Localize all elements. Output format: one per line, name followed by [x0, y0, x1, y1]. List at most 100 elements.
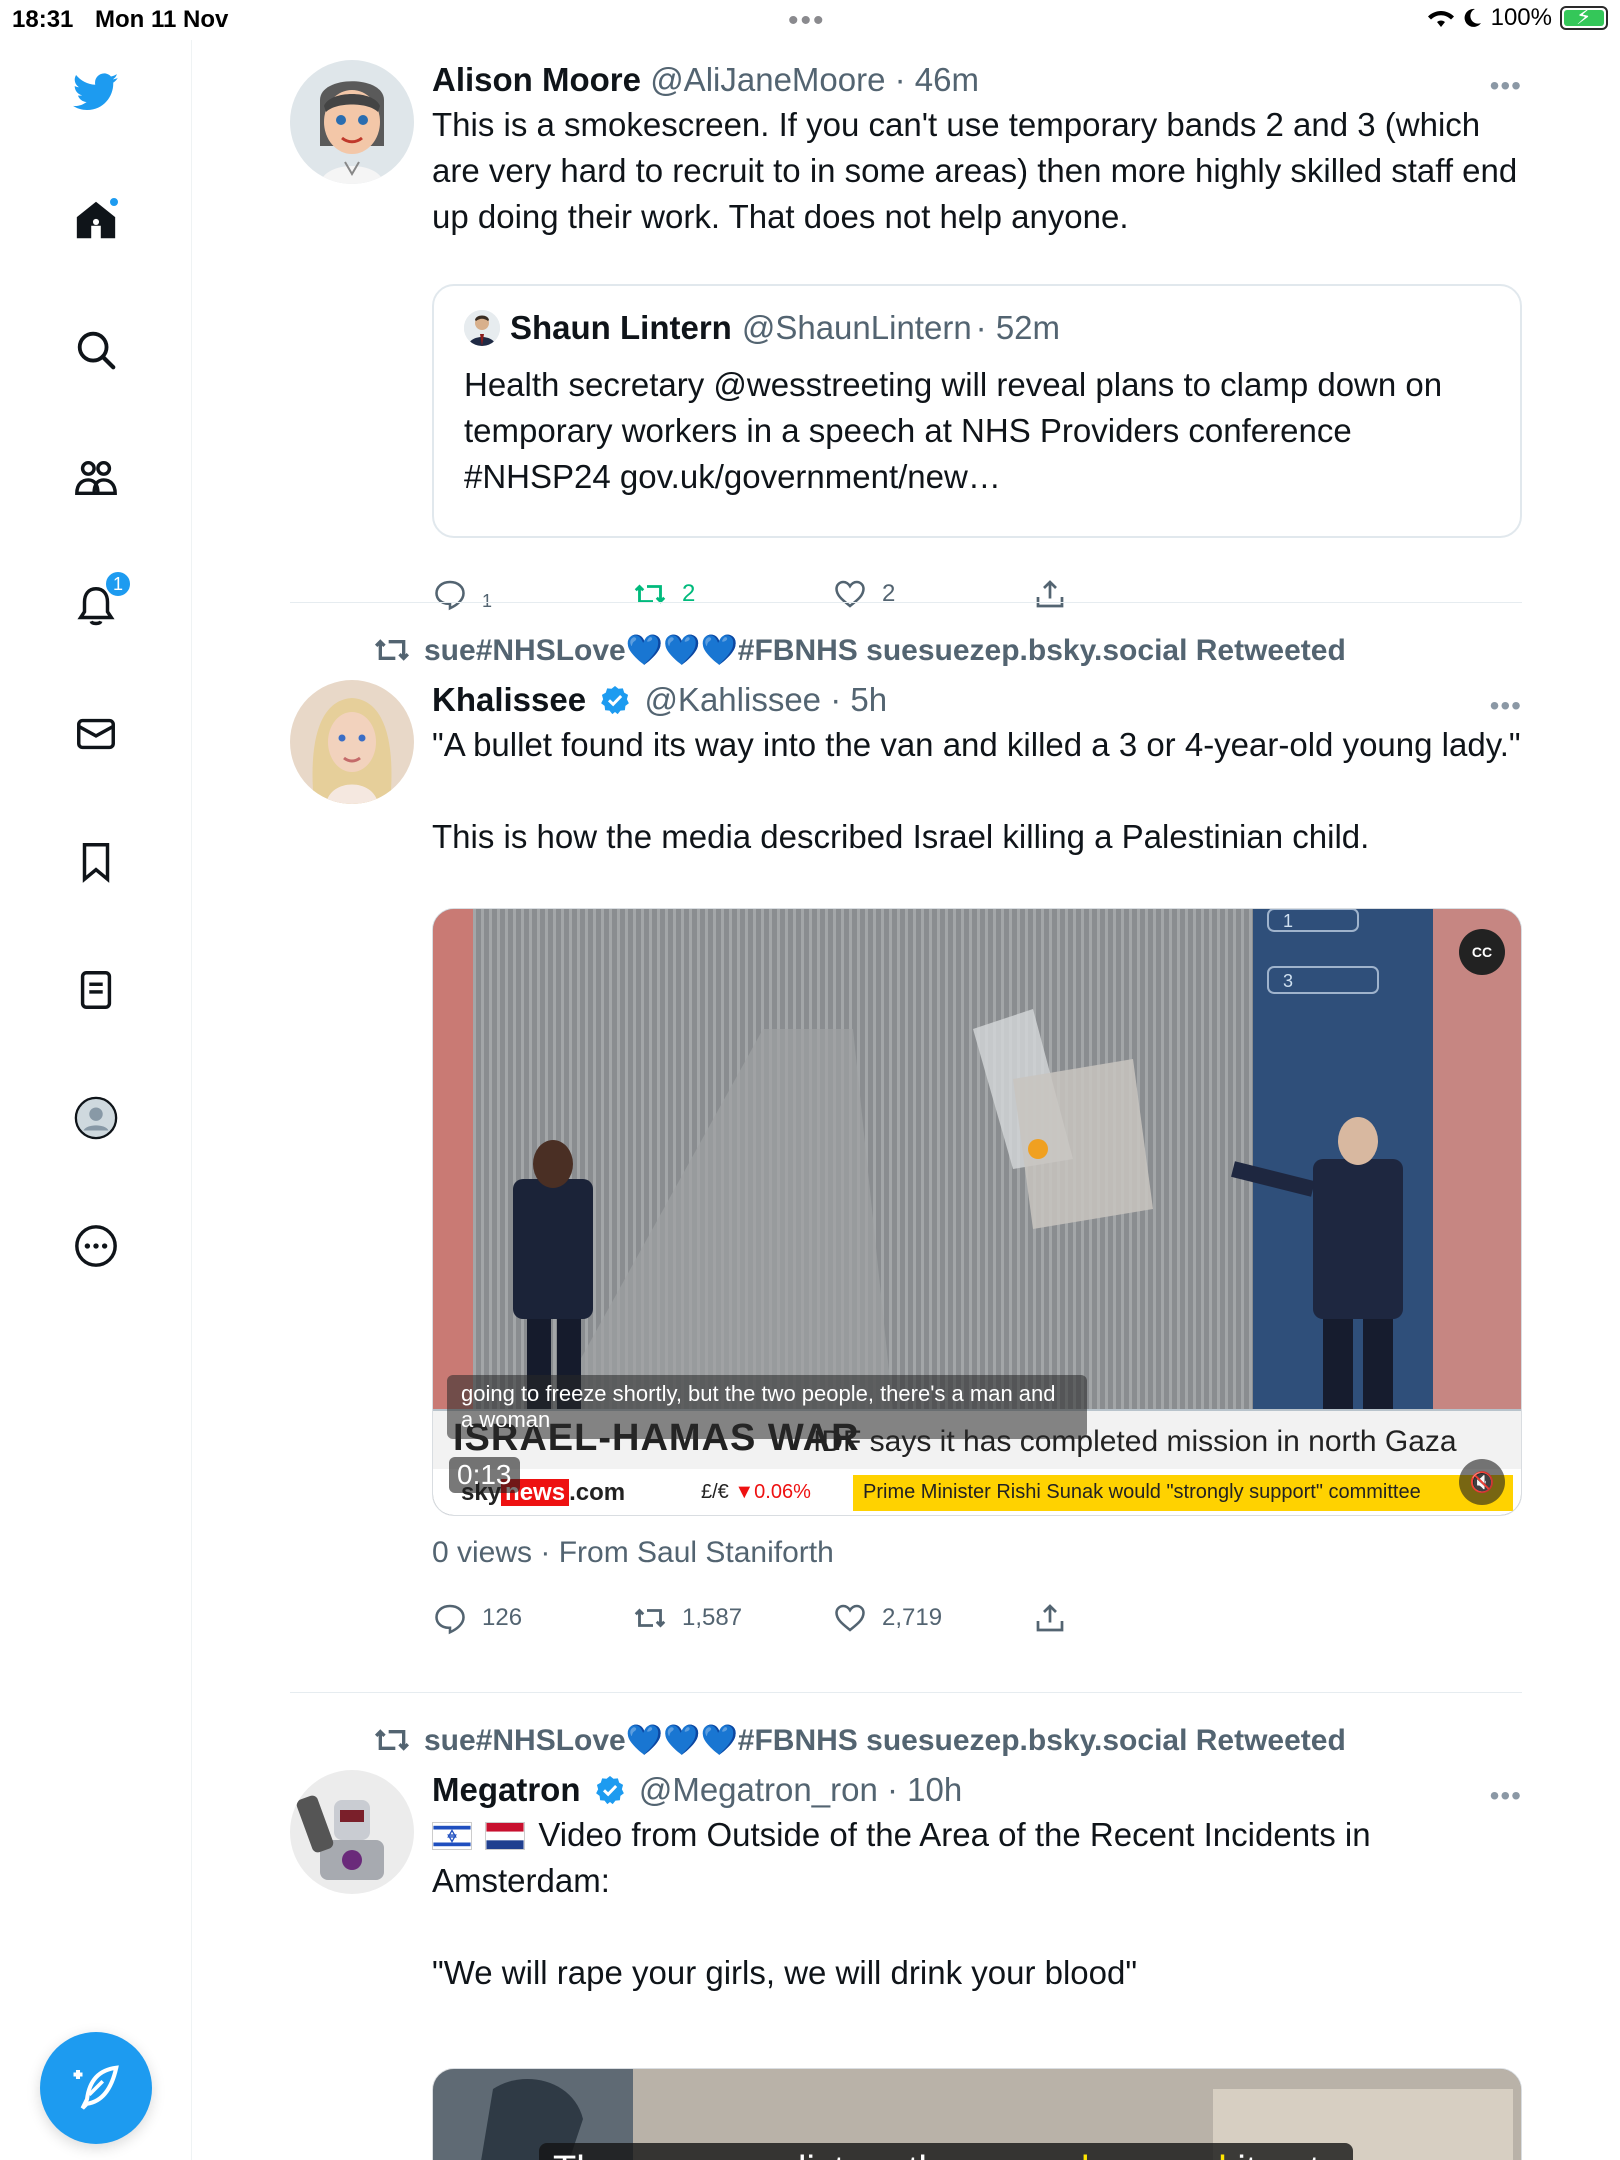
retweeted-by-text: sue#NHSLove💙💙💙#FBNHS suesuezep.bsky.soci…	[424, 633, 1346, 667]
bookmarks-icon[interactable]	[66, 832, 126, 892]
screen-number-3: 3	[1283, 971, 1293, 991]
tweet-text-line: Video from Outside of the Area of the Re…	[432, 1816, 1371, 1899]
retweet-count: 2	[682, 580, 696, 607]
tweet-megatron[interactable]: Megatron @Megatron_ron · 10h ••• Video f…	[290, 1770, 1522, 2160]
share-button[interactable]	[1032, 576, 1068, 612]
author-handle[interactable]: @AliJaneMoore	[650, 61, 885, 98]
status-right: 100% ⚡	[1427, 4, 1608, 32]
like-button[interactable]: 2	[832, 576, 895, 612]
retweet-count: 1,587	[682, 1604, 743, 1631]
like-button[interactable]: 2,719	[832, 1600, 942, 1636]
tweet-divider	[290, 1692, 1522, 1693]
ticker-text: Prime Minister Rishi Sunak would "strong…	[853, 1475, 1513, 1511]
feather-plus-icon	[73, 2065, 119, 2110]
tweet-more-icon[interactable]: •••	[1490, 70, 1522, 102]
retweet-button[interactable]: 2	[632, 576, 695, 612]
quoted-avatar	[464, 310, 500, 346]
tweet-more-icon[interactable]: •••	[1490, 690, 1522, 722]
retweeted-by-line[interactable]: sue#NHSLove💙💙💙#FBNHS suesuezep.bsky.soci…	[372, 1720, 1346, 1760]
notifications-badge: 1	[104, 570, 132, 598]
more-options-circle-icon[interactable]	[66, 1216, 126, 1276]
video-caption-part: it gets	[1227, 2149, 1338, 2160]
battery-icon: ⚡	[1560, 4, 1608, 30]
quoted-tweet[interactable]: Shaun Lintern @ShaunLintern · 52m Health…	[432, 284, 1522, 538]
channel-com: .com	[569, 1479, 626, 1506]
quoted-author-handle: @ShaunLintern	[741, 309, 972, 346]
notifications-bell-icon[interactable]: 1	[66, 570, 132, 636]
tweet-alison-moore[interactable]: Alison Moore @AliJaneMoore · 46m ••• Thi…	[290, 60, 1522, 620]
avatar[interactable]	[290, 60, 414, 184]
tweet-text-line: "A bullet found its way into the van and…	[432, 726, 1521, 763]
author-name[interactable]: Megatron	[432, 1771, 581, 1808]
tweet-video[interactable]: 1 3 CC ISRAEL-HAMAS WAR IDF says it has …	[432, 908, 1522, 1516]
wifi-icon	[1427, 11, 1454, 27]
author-name[interactable]: Khalissee	[432, 681, 586, 718]
twitter-logo-icon[interactable]	[66, 62, 126, 122]
share-icon	[1036, 580, 1064, 608]
author-handle[interactable]: @Megatron_ron	[639, 1771, 878, 1808]
retweet-icon	[374, 1729, 410, 1751]
video-views: 0 views · From Saul Staniforth	[432, 1536, 834, 1569]
moon-icon	[1464, 8, 1481, 27]
verified-badge-icon	[601, 686, 630, 715]
fx-label: £/€	[701, 1481, 729, 1503]
avatar[interactable]	[290, 680, 414, 804]
heart-icon	[835, 580, 865, 608]
tweet-time[interactable]: · 46m	[895, 61, 979, 98]
compose-tweet-button[interactable]	[40, 2032, 152, 2144]
reply-button[interactable]: 1	[432, 576, 492, 612]
retweet-icon	[634, 584, 666, 604]
quoted-author-name: Shaun Lintern	[510, 309, 732, 346]
retweet-button[interactable]: 1,587	[632, 1600, 742, 1636]
status-date: Mon 11 Nov	[95, 6, 229, 33]
verified-badge-icon	[595, 1776, 624, 1805]
status-bar: 18:31 Mon 11 Nov ••• 100% ⚡	[0, 0, 1620, 40]
tweet-video[interactable]: The more you listen, the more depraved i…	[432, 2068, 1522, 2160]
like-count: 2	[882, 580, 896, 607]
author-handle[interactable]: @Kahlissee	[644, 681, 821, 718]
tweet-text: This is a smokescreen. If you can't use …	[432, 106, 1518, 235]
tweet-actions: 1 2 2	[432, 576, 1092, 620]
mute-icon[interactable]: 🔇	[1459, 1459, 1505, 1505]
tweet-text-line: This is how the media described Israel k…	[432, 818, 1370, 855]
tweet-text: "A bullet found its way into the van and…	[432, 722, 1522, 860]
profile-avatar-icon[interactable]	[66, 1088, 126, 1148]
tweet-more-icon[interactable]: •••	[1490, 1780, 1522, 1812]
multitasking-dots-icon[interactable]: •••	[788, 4, 826, 38]
reply-button[interactable]: 126	[432, 1600, 522, 1636]
messages-envelope-icon[interactable]	[66, 704, 126, 764]
reply-icon	[435, 580, 465, 611]
tweet-text: Video from Outside of the Area of the Re…	[432, 1812, 1522, 1996]
reply-count: 1	[482, 590, 493, 611]
tweet-time[interactable]: · 5h	[830, 681, 887, 718]
sidebar: 1	[0, 40, 192, 2160]
video-caption: The more you listen, the more depraved i…	[539, 2143, 1353, 2160]
retweet-icon	[634, 1608, 666, 1628]
author-name[interactable]: Alison Moore	[432, 61, 641, 98]
tweet-khalissee[interactable]: Khalissee @Kahlissee · 5h ••• "A bullet …	[290, 680, 1522, 1680]
tweet-header: Khalissee @Kahlissee · 5h	[432, 680, 1522, 720]
retweeted-by-text: sue#NHSLove💙💙💙#FBNHS suesuezep.bsky.soci…	[424, 1723, 1346, 1757]
fx-change: ▼0.06%	[734, 1481, 811, 1503]
tweet-divider	[290, 602, 1522, 603]
closed-captions-button[interactable]: CC	[1459, 929, 1505, 975]
quoted-tweet-text: Health secretary @wesstreeting will reve…	[464, 366, 1443, 495]
home-new-dot	[108, 196, 120, 208]
share-button[interactable]	[1032, 1600, 1068, 1636]
battery-percent: 100%	[1490, 4, 1552, 31]
search-icon[interactable]	[66, 320, 126, 380]
video-duration: 0:13	[449, 1457, 520, 1493]
heart-icon	[835, 1604, 865, 1632]
avatar[interactable]	[290, 1770, 414, 1894]
video-caption: going to freeze shortly, but the two peo…	[447, 1375, 1087, 1439]
retweet-icon	[374, 639, 410, 661]
tweet-header: Megatron @Megatron_ron · 10h	[432, 1770, 1522, 1810]
communities-icon[interactable]	[66, 448, 126, 508]
video-caption-highlight: more depraved	[971, 2149, 1227, 2160]
home-icon[interactable]	[66, 190, 126, 250]
status-time: 18:31	[12, 6, 74, 33]
lists-icon[interactable]	[66, 960, 126, 1020]
tweet-actions: 126 1,587 2,719	[432, 1600, 1092, 1644]
retweeted-by-line[interactable]: sue#NHSLove💙💙💙#FBNHS suesuezep.bsky.soci…	[372, 630, 1346, 670]
tweet-time[interactable]: · 10h	[887, 1771, 962, 1808]
